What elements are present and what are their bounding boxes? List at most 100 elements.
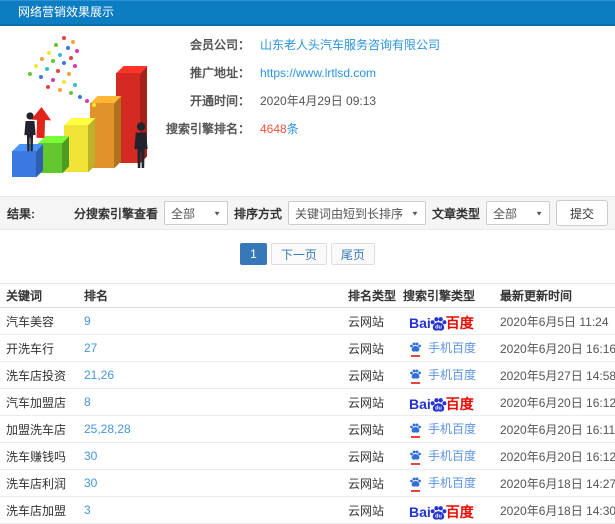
article-type-select[interactable]: 全部 ▼ [485,201,550,225]
company-label: 会员公司： [189,38,250,52]
confetti-dot [28,72,32,76]
engine-filter-label: 分搜索引擎查看 [74,206,159,221]
company-link[interactable]: 山东老人头汽车服务咨询有限公司 [260,36,440,53]
col-header-4: 最新更新时间 [500,289,573,303]
confetti-dot [56,69,60,73]
person-figure-icon [21,112,39,153]
opened-time-row: 开通时间： 2020年4月29日 09:13 [160,93,460,108]
keyword-cell: 洗车店投资 [6,368,67,383]
article-type-value: 全部 [492,206,517,221]
table-row: 洗车店加盟 3 云网站 Bai du 百度 2020年6月18日 14:30 [0,497,615,524]
rank-count-link[interactable]: 4648条 [260,120,299,137]
confetti-dot [58,88,62,92]
rank-link[interactable]: 25,28,28 [84,422,131,436]
time-cell: 2020年6月20日 16:12 [500,395,615,410]
caret-down-icon: ▼ [411,209,419,217]
rank-cell: 3 [78,497,342,524]
confetti-dot [78,95,82,99]
mobile-baidu-label: 手机百度 [428,341,477,355]
rank-type-cell: 云网站 [348,341,385,356]
time-cell: 2020年5月27日 14:58 [500,368,615,383]
next-page-button[interactable]: 下一页 [270,243,327,265]
rank-link[interactable]: 21,26 [84,368,114,382]
baidu-paw-icon [410,477,421,487]
confetti-dot [39,75,43,79]
last-page-button[interactable]: 尾页 [330,243,375,265]
rankings-table: 关键词 排名 排名类型 搜索引擎类型 最新更新时间 汽车美容 9 云网站 Bai du 百度 202… [0,283,615,524]
engine-filter-select[interactable]: 全部 ▼ [164,201,229,225]
time-cell: 2020年6月18日 14:27 [500,476,615,491]
col-header-2: 排名类型 [348,289,397,303]
baidu-logo: Bai du 百度 [409,392,474,412]
rank-cell: 21,26 [78,362,342,389]
mobile-baidu-logo: 手机百度 [409,447,476,465]
engine-cell: 手机百度 [397,362,494,389]
col-header-3: 搜索引擎类型 [403,289,476,303]
mobile-baidu-paw-icon [409,341,422,357]
rank-count-row: 搜索引擎排名： 4648条 [160,121,460,136]
caret-down-icon: ▼ [213,209,222,217]
filter-bar: 结果: 分搜索引擎查看 全部 ▼ 排序方式 关键词由短到长排序 ▼ 文章类型 全… [0,196,615,230]
rank-link[interactable]: 9 [84,314,91,328]
time-cell: 2020年6月20日 16:11 [500,422,615,437]
confetti-dot [85,99,89,103]
rank-link[interactable]: 30 [84,449,97,463]
mobile-baidu-paw-icon [409,476,422,492]
rank-count-label: 搜索引擎排名： [165,122,250,136]
account-info: 会员公司： 山东老人头汽车服务咨询有限公司 推广地址： https://www.… [160,37,460,149]
rank-link[interactable]: 30 [84,476,97,490]
caret-down-icon: ▼ [535,209,543,217]
confetti-dot [73,64,77,68]
confetti-dot [67,72,71,76]
promo-url-link[interactable]: https://www.lrtlsd.com [260,66,376,80]
col-header-1: 排名 [84,289,109,303]
rank-type-cell: 云网站 [348,503,385,518]
mobile-baidu-label: 手机百度 [428,368,477,382]
page-1-button[interactable]: 1 [240,243,267,265]
sort-order-label: 排序方式 [234,206,283,221]
confetti-dot [40,57,44,61]
baidu-logo: Bai du 百度 [409,311,474,331]
engine-filter-value: 全部 [171,206,196,221]
keyword-cell: 洗车赚钱吗 [6,449,67,464]
rank-link[interactable]: 8 [84,395,91,409]
engine-cell: 手机百度 [397,335,494,362]
mobile-baidu-label: 手机百度 [428,422,477,436]
baidu-paw-icon: du [430,506,447,520]
baidu-paw-icon [410,342,421,352]
result-label: 结果: [7,206,35,221]
opened-time-value: 2020年4月29日 09:13 [260,94,377,108]
engine-cell: Bai du 百度 [397,389,494,416]
keyword-cell: 加盟洗车店 [6,422,67,437]
confetti-dot [34,64,38,68]
rank-type-cell: 云网站 [348,449,385,464]
baidu-logo: Bai du 百度 [409,500,474,520]
rank-type-cell: 云网站 [348,395,385,410]
keyword-cell: 洗车店加盟 [6,503,67,518]
person-figure-icon [131,122,151,170]
mobile-baidu-logo: 手机百度 [409,420,477,438]
engine-cell: Bai du 百度 [397,308,494,335]
confetti-dot [51,78,55,82]
mobile-baidu-paw-icon [409,422,422,438]
keyword-cell: 洗车店利润 [6,476,67,491]
rank-cell: 25,28,28 [78,416,342,443]
table-row: 汽车加盟店 8 云网站 Bai du 百度 2020年6月20日 16:12 [0,389,615,416]
confetti-dot [92,103,96,107]
submit-button[interactable]: 提交 [555,200,608,226]
confetti-dot [62,80,66,84]
rank-link[interactable]: 3 [84,503,91,517]
title-bar: 网络营销效果展示 [0,0,615,26]
confetti-dot [46,85,50,89]
confetti-dot [75,49,79,53]
sort-order-select[interactable]: 关键词由短到长排序 ▼ [288,201,426,225]
engine-cell: Bai du 百度 [397,497,494,524]
rank-link[interactable]: 27 [84,341,97,355]
rank-type-cell: 云网站 [348,476,385,491]
promo-url-label: 推广地址： [189,66,250,80]
svg-text:du: du [435,405,442,411]
mobile-baidu-label: 手机百度 [428,476,477,490]
col-header-0: 关键词 [6,289,43,303]
mobile-baidu-logo: 手机百度 [409,366,477,384]
company-row: 会员公司： 山东老人头汽车服务咨询有限公司 [160,37,460,52]
